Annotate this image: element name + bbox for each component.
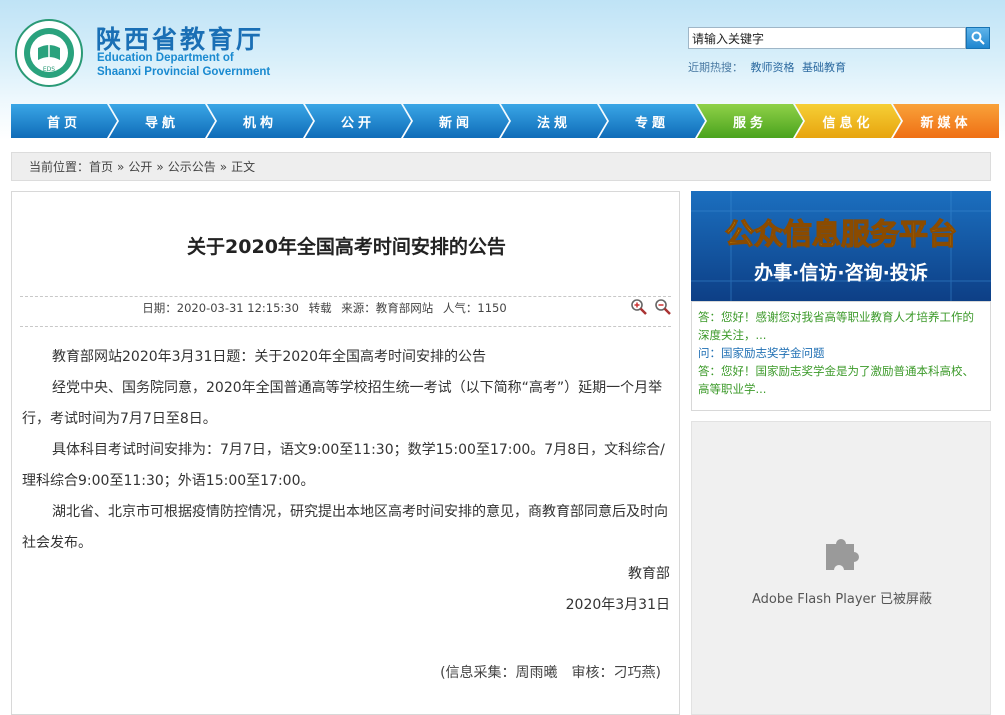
qa-item-question[interactable]: 问：国家励志奖学金问题: [698, 344, 982, 362]
flash-blocked-text: Adobe Flash Player 已被屏蔽: [751, 592, 933, 607]
nav-item-home[interactable]: 首页: [11, 104, 117, 138]
article-repost: 转载: [308, 301, 332, 315]
divider: [20, 296, 671, 297]
article-source: 来源：教育部网站: [341, 301, 434, 315]
nav-item-guide[interactable]: 导航: [109, 104, 215, 138]
qa-list: 答：您好！感谢您对我省高等职业教育人才培养工作的深度关注，... 问：国家励志奖…: [691, 301, 991, 411]
site-name-en-line1: Education Department of: [97, 52, 234, 64]
nav-item-new-media[interactable]: 新媒体: [893, 104, 999, 138]
breadcrumb-current: 正文: [231, 160, 256, 174]
public-service-banner[interactable]: 公众信息服务平台 办事·信访·咨询·投诉: [691, 191, 991, 301]
breadcrumb-separator: »: [117, 159, 125, 174]
hot-search-label: 近期热搜：: [688, 61, 743, 74]
flash-placeholder[interactable]: Adobe Flash Player 已被屏蔽: [691, 421, 991, 715]
search-input[interactable]: [688, 27, 966, 49]
article-credit: (信息采集：周雨曦 审核：刁巧燕): [440, 665, 661, 681]
article-signature: 教育部: [628, 566, 670, 582]
nav-item-topics[interactable]: 专题: [599, 104, 705, 138]
main-nav: 首页 导航 机构 公开 新闻 法规 专题 服务 信息化 新媒体: [11, 104, 999, 138]
breadcrumb-link-disclosure[interactable]: 公开: [128, 158, 152, 175]
svg-text:EDS: EDS: [43, 66, 55, 73]
breadcrumb-separator: »: [156, 159, 164, 174]
breadcrumb-link-notices[interactable]: 公示公告: [168, 158, 216, 175]
article-panel: 关于2020年全国高考时间安排的公告 日期：2020-03-31 12:15:3…: [11, 191, 680, 715]
hot-keyword-link[interactable]: 教师资格: [751, 61, 795, 74]
hot-keyword-link[interactable]: 基础教育: [802, 61, 846, 74]
zoom-out-icon[interactable]: [654, 298, 672, 316]
search-icon: [971, 31, 985, 45]
nav-item-news[interactable]: 新闻: [403, 104, 509, 138]
breadcrumb-prefix: 当前位置：: [29, 160, 90, 174]
search-button[interactable]: [966, 27, 990, 49]
article-views: 人气：1150: [442, 301, 507, 315]
hot-search: 近期热搜： 教师资格 基础教育: [688, 59, 850, 75]
banner-subtitle: 办事·信访·咨询·投诉: [754, 261, 928, 284]
site-name-cn: 陕西省教育厅: [96, 25, 265, 54]
qa-item-answer[interactable]: 答：您好！国家励志奖学金是为了激励普通本科高校、高等职业学...: [698, 362, 982, 398]
banner-title: 公众信息服务平台: [725, 217, 957, 251]
nav-item-services[interactable]: 服务: [697, 104, 803, 138]
breadcrumb: 当前位置： 首页 » 公开 » 公示公告 » 正文: [11, 152, 991, 181]
zoom-in-icon[interactable]: [630, 298, 648, 316]
plugin-puzzle-icon: [826, 539, 859, 570]
article-date: 日期：2020-03-31 12:15:30: [142, 301, 299, 315]
nav-item-regulations[interactable]: 法规: [501, 104, 607, 138]
article-paragraph: 湖北省、北京市可根据疫情防控情况，研究提出本地区高考时间安排的意见，商教育部同意…: [22, 504, 668, 551]
site-name-en-line2: Shaanxi Provincial Government: [97, 66, 271, 78]
breadcrumb-link-home[interactable]: 首页: [89, 158, 113, 175]
article-sign-date: 2020年3月31日: [565, 597, 670, 613]
nav-item-organization[interactable]: 机构: [207, 104, 313, 138]
breadcrumb-separator: »: [219, 159, 228, 174]
nav-item-disclosure[interactable]: 公开: [305, 104, 411, 138]
article-paragraph: 经党中央、国务院同意，2020年全国普通高等学校招生统一考试（以下简称“高考”）…: [22, 380, 663, 427]
article-title: 关于2020年全国高考时间安排的公告: [187, 236, 506, 258]
article-paragraph: 教育部网站2020年3月31日题：关于2020年全国高考时间安排的公告: [52, 349, 486, 365]
article-paragraph: 具体科目考试时间安排为：7月7日，语文9:00至11:30；数学15:00至17…: [22, 442, 665, 489]
nav-item-informatization[interactable]: 信息化: [795, 104, 901, 138]
article-meta: 日期：2020-03-31 12:15:30 转载 来源：教育部网站 人气：11…: [12, 300, 637, 316]
qa-item-answer[interactable]: 答：您好！感谢您对我省高等职业教育人才培养工作的深度关注，...: [698, 308, 982, 344]
divider: [20, 326, 671, 327]
site-header: EDS 陕西省教育厅 Education Department of Shaan…: [0, 0, 1005, 100]
education-department-logo[interactable]: EDS: [14, 18, 84, 88]
article-body: 教育部网站2020年3月31日题：关于2020年全国高考时间安排的公告 经党中央…: [22, 342, 672, 621]
